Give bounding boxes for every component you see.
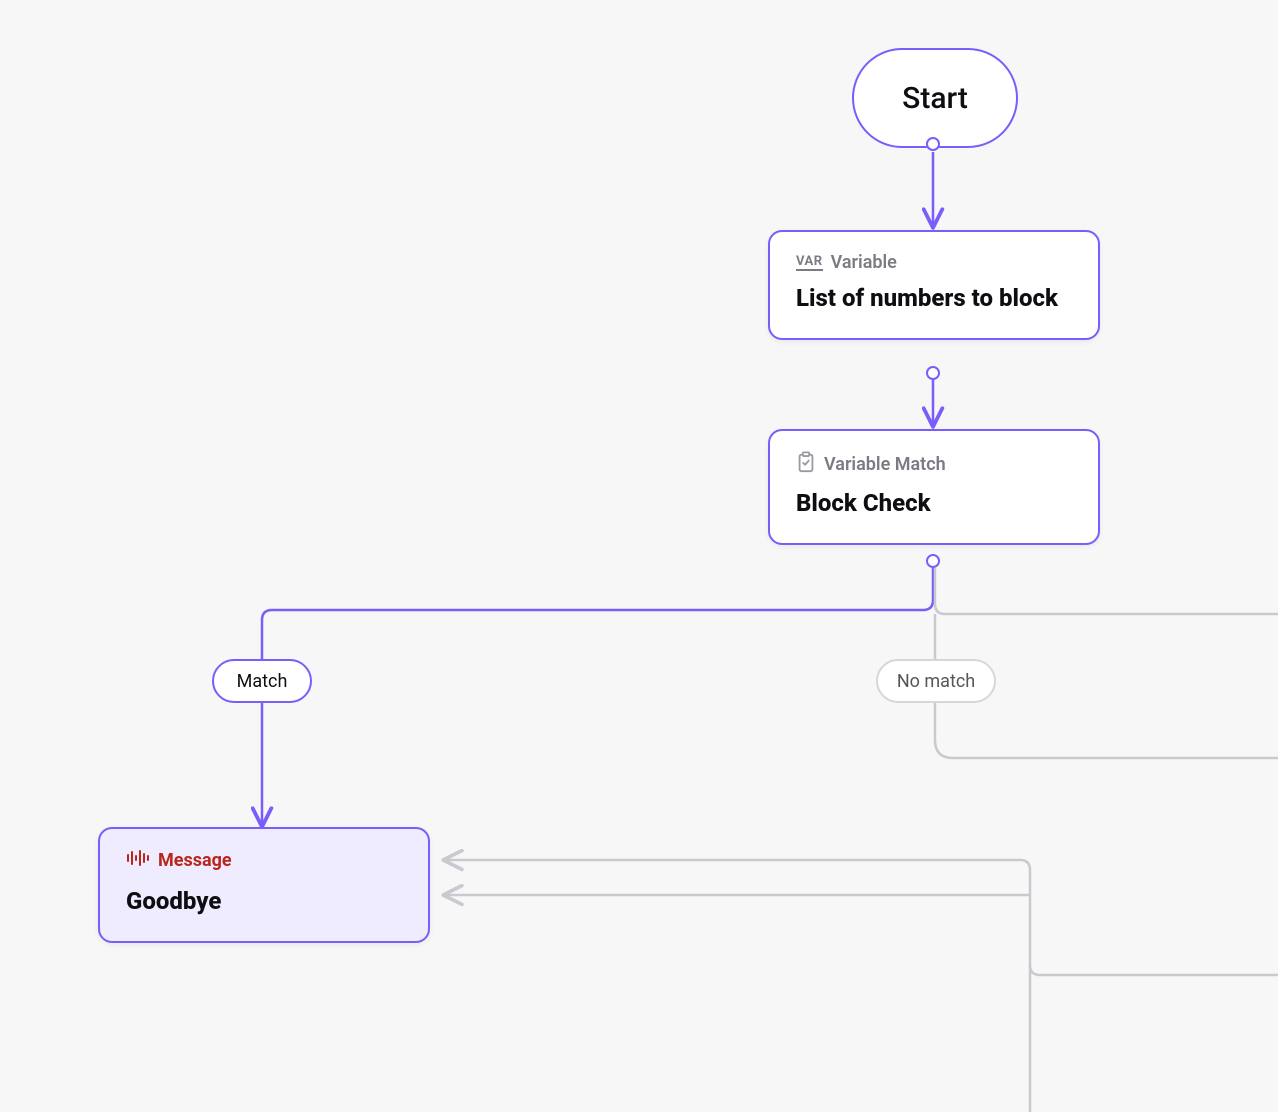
variable-match-node[interactable]: Variable Match Block Check [768,429,1100,545]
audio-waveform-icon [126,849,150,872]
message-type-label: Message [158,850,232,871]
start-out-port[interactable] [926,137,940,151]
variable-node-type: VAR Variable [796,252,1072,273]
branch-label-match[interactable]: Match [212,659,312,703]
variable-out-port[interactable] [926,366,940,380]
variable-type-label: Variable [831,252,897,273]
message-node[interactable]: Message Goodbye [98,827,430,943]
connectors-layer [0,0,1278,1112]
variable-match-type: Variable Match [796,451,1072,478]
start-label: Start [902,81,968,116]
message-node-title: Goodbye [126,886,402,917]
variable-match-type-label: Variable Match [824,454,946,475]
start-node[interactable]: Start [852,48,1018,148]
branch-no-match-text: No match [897,671,975,692]
branch-match-text: Match [237,671,288,692]
variable-match-out-port[interactable] [926,554,940,568]
message-node-type: Message [126,849,402,872]
flow-canvas[interactable]: { "start": { "label": "Start" }, "nodes"… [0,0,1278,1112]
variable-node-title: List of numbers to block [796,283,1072,314]
var-icon: VAR [796,255,823,271]
clipboard-check-icon [796,451,816,478]
variable-node[interactable]: VAR Variable List of numbers to block [768,230,1100,340]
branch-label-no-match[interactable]: No match [876,659,996,703]
variable-match-title: Block Check [796,488,1072,519]
